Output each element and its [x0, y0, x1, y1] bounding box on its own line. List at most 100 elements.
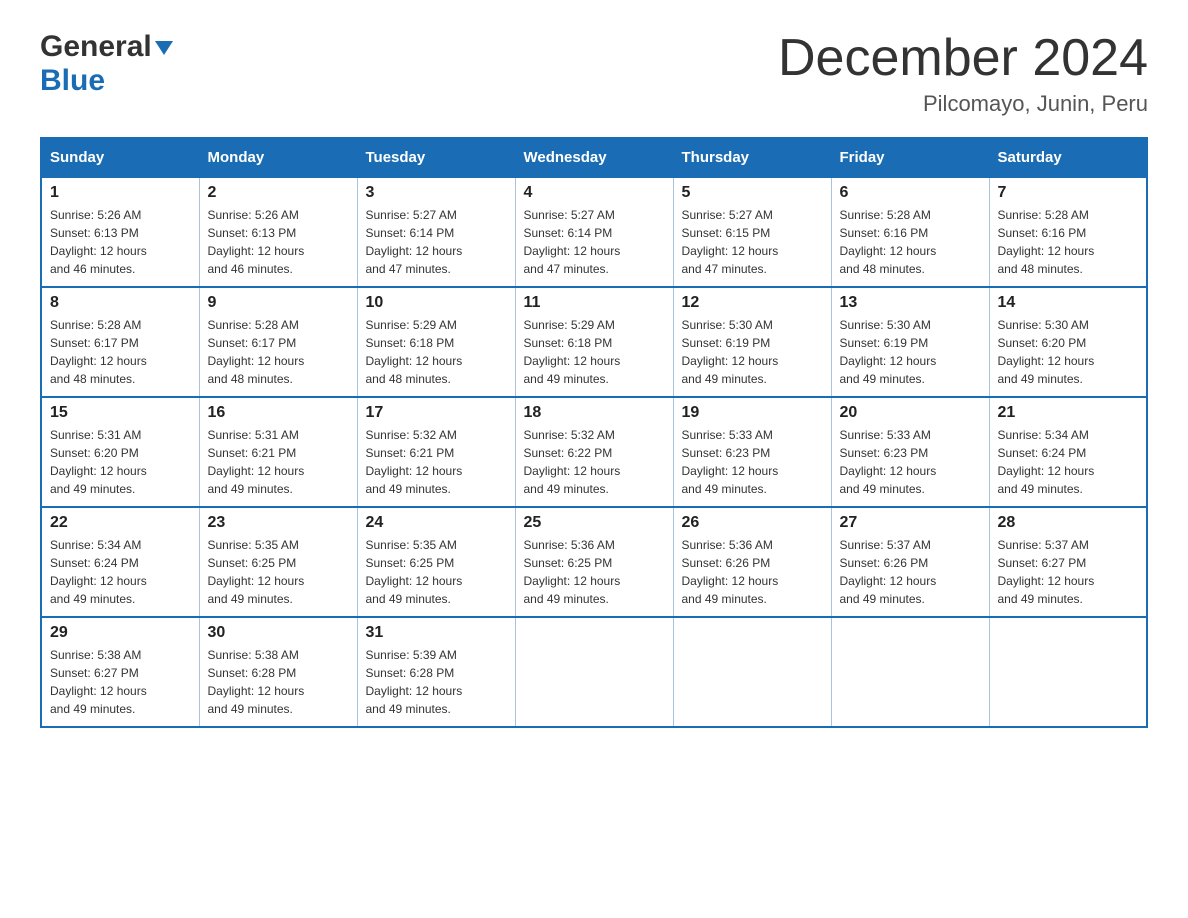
- col-friday: Friday: [831, 138, 989, 177]
- table-row: 31 Sunrise: 5:39 AMSunset: 6:28 PMDaylig…: [357, 617, 515, 727]
- table-row: 5 Sunrise: 5:27 AMSunset: 6:15 PMDayligh…: [673, 177, 831, 287]
- day-number: 9: [208, 294, 349, 312]
- logo-blue-text: Blue: [40, 64, 105, 98]
- day-info: Sunrise: 5:38 AMSunset: 6:28 PMDaylight:…: [208, 648, 305, 716]
- calendar-body: 1 Sunrise: 5:26 AMSunset: 6:13 PMDayligh…: [41, 177, 1147, 727]
- logo: General Blue: [40, 30, 173, 98]
- day-number: 13: [840, 294, 981, 312]
- col-thursday: Thursday: [673, 138, 831, 177]
- table-row: [673, 617, 831, 727]
- table-row: 2 Sunrise: 5:26 AMSunset: 6:13 PMDayligh…: [199, 177, 357, 287]
- logo-arrow-icon: [155, 41, 173, 55]
- day-number: 17: [366, 404, 507, 422]
- table-row: 10 Sunrise: 5:29 AMSunset: 6:18 PMDaylig…: [357, 287, 515, 397]
- col-sunday: Sunday: [41, 138, 199, 177]
- page-header: General Blue December 2024 Pilcomayo, Ju…: [40, 30, 1148, 117]
- day-info: Sunrise: 5:28 AMSunset: 6:16 PMDaylight:…: [998, 208, 1095, 276]
- day-info: Sunrise: 5:28 AMSunset: 6:16 PMDaylight:…: [840, 208, 937, 276]
- day-number: 26: [682, 514, 823, 532]
- day-info: Sunrise: 5:27 AMSunset: 6:14 PMDaylight:…: [524, 208, 621, 276]
- day-number: 21: [998, 404, 1139, 422]
- table-row: 13 Sunrise: 5:30 AMSunset: 6:19 PMDaylig…: [831, 287, 989, 397]
- day-info: Sunrise: 5:27 AMSunset: 6:14 PMDaylight:…: [366, 208, 463, 276]
- day-info: Sunrise: 5:29 AMSunset: 6:18 PMDaylight:…: [524, 318, 621, 386]
- day-number: 8: [50, 294, 191, 312]
- day-info: Sunrise: 5:29 AMSunset: 6:18 PMDaylight:…: [366, 318, 463, 386]
- table-row: 24 Sunrise: 5:35 AMSunset: 6:25 PMDaylig…: [357, 507, 515, 617]
- col-saturday: Saturday: [989, 138, 1147, 177]
- day-number: 3: [366, 184, 507, 202]
- day-info: Sunrise: 5:33 AMSunset: 6:23 PMDaylight:…: [840, 428, 937, 496]
- day-info: Sunrise: 5:27 AMSunset: 6:15 PMDaylight:…: [682, 208, 779, 276]
- day-number: 6: [840, 184, 981, 202]
- day-number: 24: [366, 514, 507, 532]
- day-number: 20: [840, 404, 981, 422]
- table-row: 19 Sunrise: 5:33 AMSunset: 6:23 PMDaylig…: [673, 397, 831, 507]
- day-info: Sunrise: 5:26 AMSunset: 6:13 PMDaylight:…: [50, 208, 147, 276]
- day-info: Sunrise: 5:38 AMSunset: 6:27 PMDaylight:…: [50, 648, 147, 716]
- table-row: 29 Sunrise: 5:38 AMSunset: 6:27 PMDaylig…: [41, 617, 199, 727]
- day-number: 11: [524, 294, 665, 312]
- col-monday: Monday: [199, 138, 357, 177]
- table-row: 27 Sunrise: 5:37 AMSunset: 6:26 PMDaylig…: [831, 507, 989, 617]
- table-row: 21 Sunrise: 5:34 AMSunset: 6:24 PMDaylig…: [989, 397, 1147, 507]
- table-row: 28 Sunrise: 5:37 AMSunset: 6:27 PMDaylig…: [989, 507, 1147, 617]
- table-row: 8 Sunrise: 5:28 AMSunset: 6:17 PMDayligh…: [41, 287, 199, 397]
- day-info: Sunrise: 5:35 AMSunset: 6:25 PMDaylight:…: [366, 538, 463, 606]
- day-number: 28: [998, 514, 1139, 532]
- title-section: December 2024 Pilcomayo, Junin, Peru: [778, 30, 1148, 117]
- table-row: 23 Sunrise: 5:35 AMSunset: 6:25 PMDaylig…: [199, 507, 357, 617]
- day-number: 12: [682, 294, 823, 312]
- table-row: [515, 617, 673, 727]
- table-row: 11 Sunrise: 5:29 AMSunset: 6:18 PMDaylig…: [515, 287, 673, 397]
- day-number: 16: [208, 404, 349, 422]
- table-row: 17 Sunrise: 5:32 AMSunset: 6:21 PMDaylig…: [357, 397, 515, 507]
- table-row: 9 Sunrise: 5:28 AMSunset: 6:17 PMDayligh…: [199, 287, 357, 397]
- table-row: 18 Sunrise: 5:32 AMSunset: 6:22 PMDaylig…: [515, 397, 673, 507]
- table-row: 25 Sunrise: 5:36 AMSunset: 6:25 PMDaylig…: [515, 507, 673, 617]
- day-number: 7: [998, 184, 1139, 202]
- day-info: Sunrise: 5:36 AMSunset: 6:26 PMDaylight:…: [682, 538, 779, 606]
- day-info: Sunrise: 5:30 AMSunset: 6:19 PMDaylight:…: [840, 318, 937, 386]
- day-number: 23: [208, 514, 349, 532]
- col-wednesday: Wednesday: [515, 138, 673, 177]
- calendar-header: Sunday Monday Tuesday Wednesday Thursday…: [41, 138, 1147, 177]
- table-row: 20 Sunrise: 5:33 AMSunset: 6:23 PMDaylig…: [831, 397, 989, 507]
- day-number: 15: [50, 404, 191, 422]
- day-info: Sunrise: 5:34 AMSunset: 6:24 PMDaylight:…: [50, 538, 147, 606]
- day-info: Sunrise: 5:31 AMSunset: 6:21 PMDaylight:…: [208, 428, 305, 496]
- table-row: 4 Sunrise: 5:27 AMSunset: 6:14 PMDayligh…: [515, 177, 673, 287]
- table-row: 30 Sunrise: 5:38 AMSunset: 6:28 PMDaylig…: [199, 617, 357, 727]
- table-row: 22 Sunrise: 5:34 AMSunset: 6:24 PMDaylig…: [41, 507, 199, 617]
- day-info: Sunrise: 5:30 AMSunset: 6:19 PMDaylight:…: [682, 318, 779, 386]
- day-info: Sunrise: 5:32 AMSunset: 6:22 PMDaylight:…: [524, 428, 621, 496]
- day-number: 10: [366, 294, 507, 312]
- day-info: Sunrise: 5:30 AMSunset: 6:20 PMDaylight:…: [998, 318, 1095, 386]
- table-row: [831, 617, 989, 727]
- day-info: Sunrise: 5:28 AMSunset: 6:17 PMDaylight:…: [208, 318, 305, 386]
- day-number: 18: [524, 404, 665, 422]
- table-row: 15 Sunrise: 5:31 AMSunset: 6:20 PMDaylig…: [41, 397, 199, 507]
- table-row: 3 Sunrise: 5:27 AMSunset: 6:14 PMDayligh…: [357, 177, 515, 287]
- day-number: 25: [524, 514, 665, 532]
- day-info: Sunrise: 5:39 AMSunset: 6:28 PMDaylight:…: [366, 648, 463, 716]
- logo-general-text: General: [40, 30, 152, 64]
- day-info: Sunrise: 5:36 AMSunset: 6:25 PMDaylight:…: [524, 538, 621, 606]
- col-tuesday: Tuesday: [357, 138, 515, 177]
- day-number: 1: [50, 184, 191, 202]
- day-info: Sunrise: 5:37 AMSunset: 6:27 PMDaylight:…: [998, 538, 1095, 606]
- day-number: 5: [682, 184, 823, 202]
- day-info: Sunrise: 5:32 AMSunset: 6:21 PMDaylight:…: [366, 428, 463, 496]
- day-info: Sunrise: 5:31 AMSunset: 6:20 PMDaylight:…: [50, 428, 147, 496]
- day-number: 19: [682, 404, 823, 422]
- day-number: 27: [840, 514, 981, 532]
- table-row: 14 Sunrise: 5:30 AMSunset: 6:20 PMDaylig…: [989, 287, 1147, 397]
- day-number: 29: [50, 624, 191, 642]
- table-row: 16 Sunrise: 5:31 AMSunset: 6:21 PMDaylig…: [199, 397, 357, 507]
- table-row: 26 Sunrise: 5:36 AMSunset: 6:26 PMDaylig…: [673, 507, 831, 617]
- day-info: Sunrise: 5:33 AMSunset: 6:23 PMDaylight:…: [682, 428, 779, 496]
- day-number: 14: [998, 294, 1139, 312]
- day-number: 31: [366, 624, 507, 642]
- day-info: Sunrise: 5:34 AMSunset: 6:24 PMDaylight:…: [998, 428, 1095, 496]
- table-row: [989, 617, 1147, 727]
